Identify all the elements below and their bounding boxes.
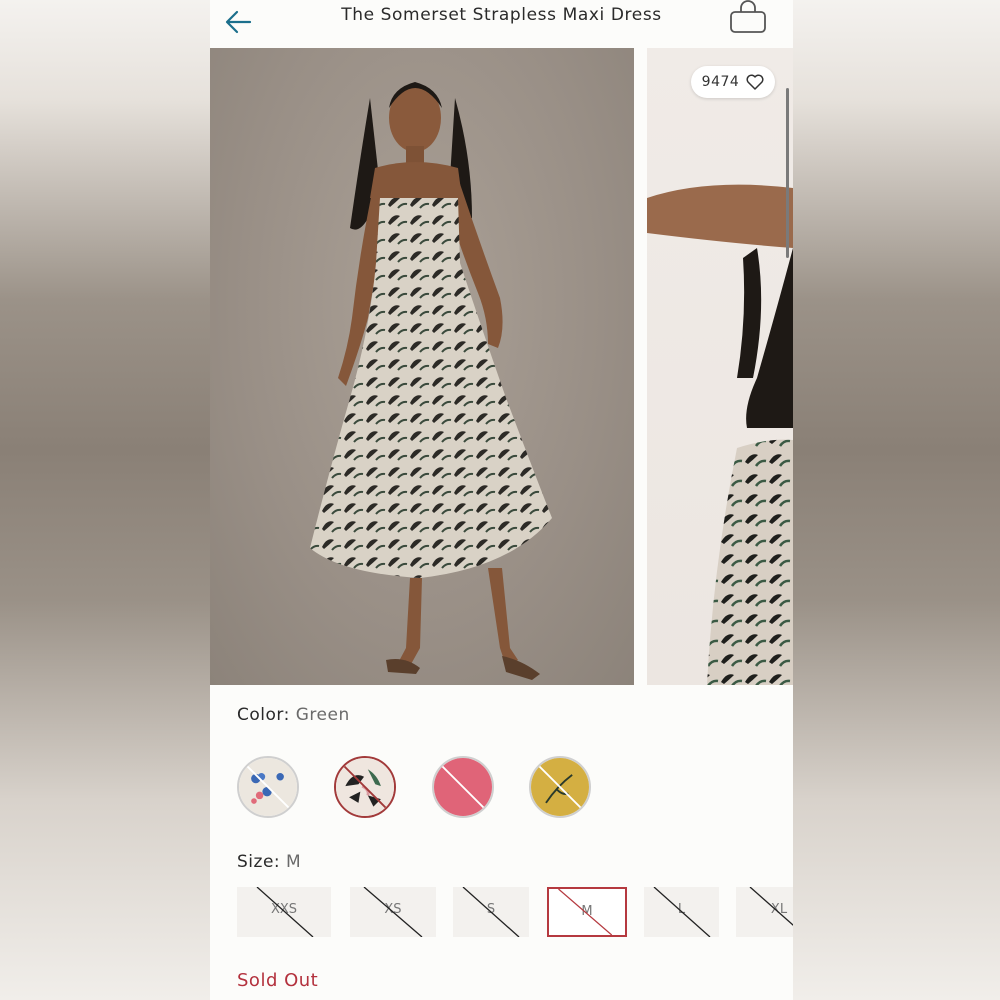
page-title: The Somerset Strapless Maxi Dress <box>341 5 662 25</box>
like-count: 9474 <box>701 74 740 90</box>
size-option-s[interactable]: S <box>453 887 529 937</box>
size-option-xxs[interactable]: XXS <box>237 887 331 937</box>
color-swatch-pink[interactable] <box>432 756 494 818</box>
size-option-l[interactable]: L <box>644 887 719 937</box>
size-value: M <box>286 852 302 872</box>
back-arrow-icon <box>225 10 252 34</box>
size-option-m[interactable]: M <box>547 887 627 937</box>
size-label: Size: <box>237 852 281 872</box>
color-label: Color: <box>237 705 290 725</box>
unavailable-strike <box>749 887 793 926</box>
unavailable-strike <box>256 887 314 937</box>
unavailable-strike <box>363 887 423 937</box>
size-option-xs[interactable]: XS <box>350 887 436 937</box>
top-bar: The Somerset Strapless Maxi Dress <box>210 0 793 48</box>
color-swatch-floral[interactable] <box>237 756 299 818</box>
like-button[interactable]: 9474 <box>691 66 775 98</box>
model-closeup <box>647 184 793 685</box>
product-page: The Somerset Strapless Maxi Dress 9474 C… <box>210 0 793 1000</box>
yellow-print-icon <box>531 758 589 816</box>
floral-pattern-icon <box>239 758 297 816</box>
color-swatch-green[interactable] <box>334 756 396 818</box>
geometric-pattern-icon <box>336 758 394 816</box>
sold-out-status: Sold Out <box>237 970 319 991</box>
product-photo-main[interactable] <box>210 48 634 685</box>
solid-pink-icon <box>434 758 492 816</box>
image-gallery[interactable]: 9474 <box>210 48 793 685</box>
color-label-row: Color: Green <box>237 705 350 725</box>
scroll-indicator <box>786 88 789 258</box>
cart-button[interactable] <box>727 0 769 36</box>
size-label-row: Size: M <box>237 852 301 872</box>
unavailable-strike <box>558 889 613 935</box>
color-value: Green <box>295 705 350 725</box>
color-swatch-yellow[interactable] <box>529 756 591 818</box>
shopping-bag-icon <box>730 0 766 33</box>
heart-icon <box>746 74 764 90</box>
model-figure <box>310 82 552 680</box>
back-button[interactable] <box>218 4 258 38</box>
unavailable-strike <box>462 887 520 937</box>
unavailable-strike <box>653 887 711 937</box>
size-option-xl[interactable]: XL <box>736 887 793 937</box>
product-photo-second[interactable] <box>647 48 793 685</box>
